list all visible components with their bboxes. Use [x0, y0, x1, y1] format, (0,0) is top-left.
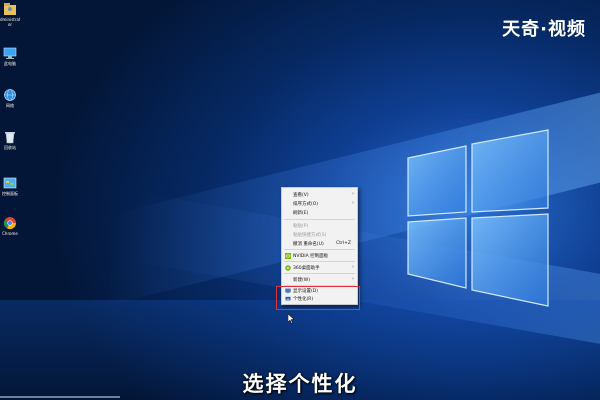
chevron-right-icon: › [352, 276, 354, 282]
menu-item-label: NVIDIA 控制面板 [293, 254, 329, 259]
menu-item-shortcut: Ctrl+Z [336, 241, 351, 246]
chevron-right-icon: › [352, 264, 354, 270]
video-watermark: 天奇·视频 [502, 19, 586, 40]
desktop-icon-user-folder[interactable]: dministrat or [0, 2, 20, 27]
recycle-bin-icon [3, 130, 17, 144]
menu-item-label: 新建(W) [293, 278, 310, 283]
annotation-highlight-box [276, 286, 360, 310]
video-subtitle: 选择个性化 [242, 372, 358, 396]
desktop-icon-network[interactable]: 网络 [0, 88, 20, 108]
menu-item-label: 360桌面助手 [293, 266, 320, 271]
menu-item-label: 刷新(E) [293, 211, 309, 216]
menu-item-new[interactable]: 新建(W) › [282, 275, 357, 284]
360-icon [285, 264, 291, 271]
menu-item-label: 粘贴快捷方式(S) [293, 233, 327, 238]
desktop-icon-control-panel[interactable]: 控制面板 [0, 176, 20, 196]
desktop-icon-label: dministrat or [0, 17, 20, 27]
menu-item-view[interactable]: 查看(V) › [282, 190, 357, 199]
video-progress-bar [0, 396, 120, 398]
menu-item-paste-shortcut: 粘贴快捷方式(S) [282, 230, 357, 239]
nvidia-icon [285, 252, 291, 259]
chrome-icon [3, 216, 17, 230]
desktop-icon-this-pc[interactable]: 此电脑 [0, 46, 20, 66]
menu-item-360-desktop[interactable]: 360桌面助手 › [282, 263, 357, 272]
desktop-icon-label: 控制面板 [2, 191, 18, 196]
desktop-icon-label: 网络 [6, 103, 14, 108]
menu-separator [284, 261, 355, 262]
menu-separator [284, 219, 355, 220]
menu-separator [284, 249, 355, 250]
desktop-icon-label: 回收站 [4, 145, 16, 150]
desktop-icon-chrome[interactable]: Chrome [0, 216, 20, 236]
menu-separator [284, 273, 355, 274]
control-panel-icon [3, 176, 17, 190]
user-folder-icon [3, 2, 17, 16]
desktop-icon-label: 此电脑 [4, 61, 16, 66]
chevron-right-icon: › [352, 200, 354, 206]
menu-item-nvidia-control-panel[interactable]: NVIDIA 控制面板 [282, 251, 357, 260]
windows-logo-wallpaper [400, 120, 560, 310]
chevron-right-icon: › [352, 191, 354, 197]
network-icon [3, 88, 17, 102]
mouse-cursor-icon [287, 309, 295, 324]
desktop-icon-recycle-bin[interactable]: 回收站 [0, 130, 20, 150]
menu-item-label: 排序方式(O) [293, 202, 319, 207]
menu-item-paste: 粘贴(P) [282, 221, 357, 230]
menu-item-label: 粘贴(P) [293, 224, 309, 229]
menu-item-refresh[interactable]: 刷新(E) [282, 208, 357, 217]
menu-item-label: 撤消 重命名(U) [293, 242, 324, 247]
menu-item-undo-rename[interactable]: 撤消 重命名(U) Ctrl+Z [282, 239, 357, 248]
computer-icon [3, 46, 17, 60]
menu-item-label: 查看(V) [293, 193, 309, 198]
desktop-icon-label: Chrome [2, 231, 18, 236]
menu-item-sort-by[interactable]: 排序方式(O) › [282, 199, 357, 208]
